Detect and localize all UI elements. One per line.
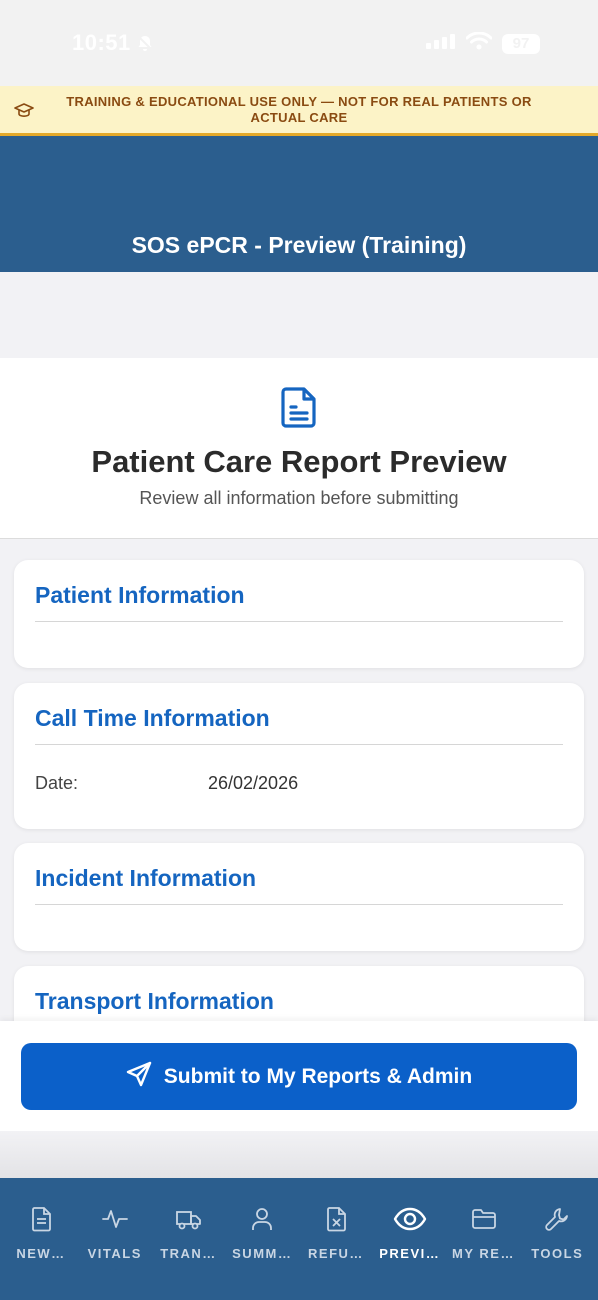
training-banner-text: TRAINING & EDUCATIONAL USE ONLY — NOT FO… <box>66 93 532 125</box>
nav-label: TOOLS <box>531 1246 584 1261</box>
incident-information-card[interactable]: Incident Information <box>14 843 584 951</box>
header-title: SOS ePCR - Preview (Training) <box>131 232 467 258</box>
nav-label: TRAN… <box>160 1246 217 1261</box>
folder-icon <box>471 1206 497 1232</box>
nav-item-new[interactable]: NEW… <box>4 1178 78 1300</box>
truck-icon <box>175 1206 202 1232</box>
training-banner: TRAINING & EDUCATIONAL USE ONLY — NOT FO… <box>0 86 598 136</box>
page-subtitle: Review all information before submitting <box>139 488 459 508</box>
document-icon <box>28 1206 54 1232</box>
send-icon <box>126 1061 152 1093</box>
nav-item-refusal[interactable]: REFU… <box>299 1178 373 1300</box>
page-title: Patient Care Report Preview <box>91 444 507 479</box>
submit-area: Submit to My Reports & Admin <box>0 1021 598 1131</box>
refusal-document-icon <box>323 1206 349 1232</box>
nav-item-tools[interactable]: TOOLS <box>520 1178 594 1300</box>
call-time-information-card[interactable]: Call Time Information Date: 26/02/2026 <box>14 683 584 829</box>
date-label: Date: <box>35 773 79 793</box>
bell-muted-icon <box>136 34 154 57</box>
date-value: 26/02/2026 <box>208 773 299 793</box>
submit-report-button[interactable]: Submit to My Reports & Admin <box>21 1043 577 1110</box>
person-icon <box>249 1206 275 1232</box>
app-screen: 10:51 97 TRAINING & EDUCATIONAL USE ONLY… <box>0 0 598 1300</box>
nav-label: VITALS <box>87 1246 142 1261</box>
signal-icon <box>426 33 456 54</box>
nav-item-transport[interactable]: TRAN… <box>152 1178 226 1300</box>
submit-button-label: Submit to My Reports & Admin <box>163 1064 473 1088</box>
graduation-cap-icon <box>14 100 34 125</box>
report-hero: Patient Care Report Preview Review all i… <box>0 358 598 539</box>
section-title: Transport Information <box>35 988 274 1014</box>
nav-item-my-reports[interactable]: MY RE… <box>447 1178 521 1300</box>
section-title: Patient Information <box>35 582 245 608</box>
status-indicators: 97 <box>426 31 540 55</box>
patient-information-card[interactable]: Patient Information <box>14 560 584 668</box>
nav-item-vitals[interactable]: VITALS <box>78 1178 152 1300</box>
section-title: Call Time Information <box>35 705 270 731</box>
status-bar: 10:51 97 <box>0 0 598 86</box>
eye-icon <box>393 1206 427 1232</box>
nav-label: REFU… <box>308 1246 364 1261</box>
battery-indicator: 97 <box>502 33 540 54</box>
wifi-icon <box>465 31 493 55</box>
document-icon <box>279 386 319 433</box>
bottom-nav: NEW… VITALS TRAN… SUMM… REFU… PREVI… MY … <box>0 1178 598 1300</box>
nav-item-summary[interactable]: SUMM… <box>225 1178 299 1300</box>
app-header: SOS ePCR - Preview (Training) <box>0 136 598 272</box>
content-fade <box>0 1131 598 1178</box>
nav-label: PREVI… <box>379 1246 441 1261</box>
nav-label: MY RE… <box>452 1246 515 1261</box>
nav-label: SUMM… <box>232 1246 293 1261</box>
nav-item-preview[interactable]: PREVI… <box>373 1178 447 1300</box>
header-spacer <box>0 272 598 358</box>
section-title: Incident Information <box>35 865 257 891</box>
wrench-icon <box>544 1206 570 1232</box>
section-divider <box>35 621 563 622</box>
pulse-icon <box>101 1206 128 1232</box>
section-divider <box>35 904 563 905</box>
section-divider <box>35 744 563 745</box>
status-time: 10:51 <box>72 30 131 55</box>
nav-label: NEW… <box>16 1246 66 1261</box>
